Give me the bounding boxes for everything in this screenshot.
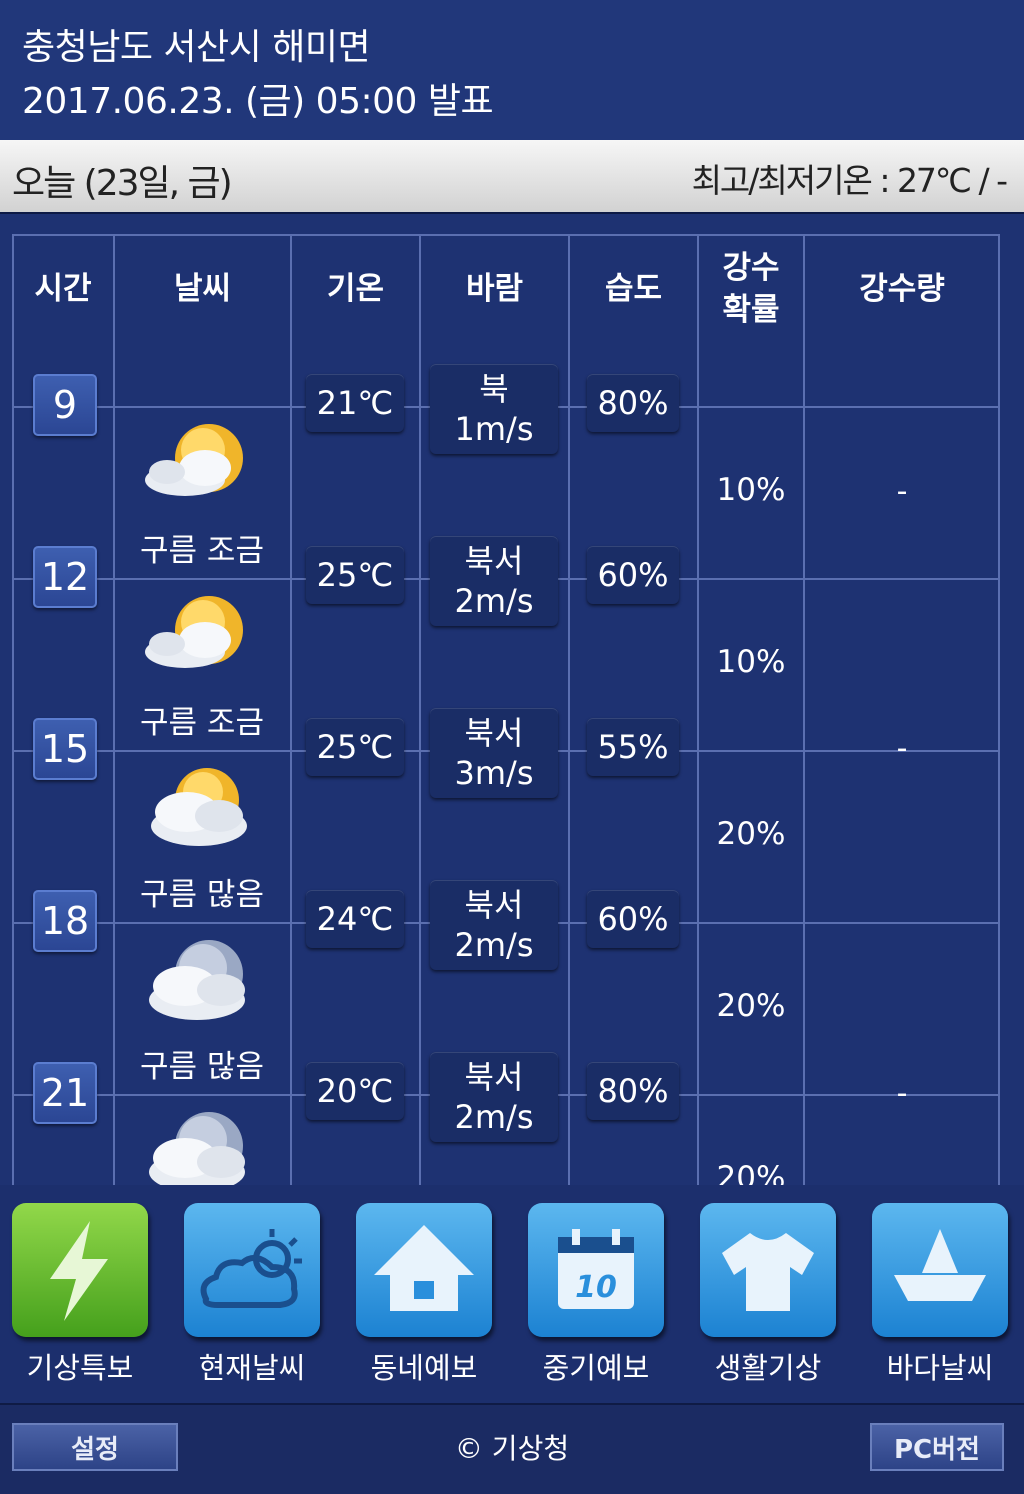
nav-label[interactable]: 동네예보 <box>338 1345 510 1387</box>
marine-weather-button[interactable] <box>872 1203 1008 1337</box>
wind-speed: 1m/s <box>454 410 534 448</box>
wind-speed: 3m/s <box>454 754 534 792</box>
wind-speed: 2m/s <box>454 1098 534 1136</box>
humidity-value: 60% <box>587 546 679 604</box>
wind-direction: 북 <box>479 370 509 408</box>
humidity-value: 55% <box>587 718 679 776</box>
precip-prob-value: 20% <box>716 816 786 852</box>
temp-value: 24℃ <box>306 890 404 948</box>
lightning-icon <box>50 1221 108 1321</box>
hour-badge: 9 <box>33 374 97 436</box>
nav-label[interactable]: 생활기상 <box>682 1345 854 1387</box>
temp-value: 20℃ <box>306 1062 404 1120</box>
wind-speed: 2m/s <box>454 926 534 964</box>
header-time: 시간 <box>34 271 92 307</box>
tshirt-icon <box>722 1233 814 1311</box>
header: 충청남도 서산시 해미면 2017.06.23. (금) 05:00 발표 <box>0 0 1024 140</box>
header-wind: 바람 <box>465 271 524 307</box>
mostly-cloudy-moon-icon <box>149 1112 245 1185</box>
issued-time: 2017.06.23. (금) 05:00 발표 <box>22 81 494 122</box>
precip-amount-value: - <box>896 474 908 509</box>
wind-direction: 북서 <box>464 886 524 924</box>
precip-prob-value: 20% <box>716 988 786 1024</box>
footer: 설정 © 기상청 PC버전 <box>0 1403 1024 1494</box>
precip-prob-value: 20% <box>716 1160 786 1185</box>
partly-cloudy-sun-icon <box>145 596 243 668</box>
precip-amount-value: - <box>896 731 908 766</box>
mostly-cloudy-sun-icon <box>151 768 247 846</box>
wind-value: 북서 2m/s <box>430 880 558 970</box>
weather-warning-button[interactable] <box>12 1203 148 1337</box>
hour-badge: 15 <box>33 718 97 780</box>
humidity-value: 80% <box>587 374 679 432</box>
wind-speed: 2m/s <box>454 582 534 620</box>
header-weather: 날씨 <box>173 271 232 307</box>
hour-badge: 12 <box>33 546 97 608</box>
wind-value: 북서 2m/s <box>430 536 558 626</box>
cloud-sun-icon <box>200 1229 302 1308</box>
temp-value: 25℃ <box>306 546 404 604</box>
wind-value: 북서 2m/s <box>430 1052 558 1142</box>
hour-badge: 18 <box>33 890 97 952</box>
house-icon <box>374 1225 474 1311</box>
temp-range: 최고/최저기온 : 27℃ / - <box>691 161 1008 200</box>
wind-value: 북서 3m/s <box>430 708 558 798</box>
wind-direction: 북서 <box>464 714 524 752</box>
current-weather-button[interactable] <box>184 1203 320 1337</box>
svg-text:10: 10 <box>575 1270 617 1305</box>
weather-label: 구름 조금 <box>140 705 264 741</box>
weather-label: 구름 조금 <box>140 533 264 569</box>
header-precip-amount: 강수량 <box>859 271 945 307</box>
hour-badge: 21 <box>33 1062 97 1124</box>
calendar-icon: 10 <box>558 1229 634 1309</box>
wind-direction: 북서 <box>464 1058 524 1096</box>
bottom-nav: 기상특보 현재날씨 동네예보 10 중기예보 생활기상 바다날씨 <box>0 1185 1024 1403</box>
temp-value: 25℃ <box>306 718 404 776</box>
mostly-cloudy-moon-icon <box>149 940 245 1020</box>
day-label: 오늘 (23일, 금) <box>12 163 233 204</box>
precip-prob-value: 10% <box>716 472 786 508</box>
nav-label[interactable]: 현재날씨 <box>166 1345 338 1387</box>
wind-direction: 북서 <box>464 542 524 580</box>
header-humidity: 습도 <box>604 271 663 307</box>
boat-icon <box>894 1229 986 1301</box>
nav-label[interactable]: 중기예보 <box>510 1345 682 1387</box>
humidity-value: 80% <box>587 1062 679 1120</box>
local-forecast-button[interactable] <box>356 1203 492 1337</box>
humidity-value: 60% <box>587 890 679 948</box>
wind-value: 북 1m/s <box>430 364 558 454</box>
weather-label: 구름 많음 <box>140 1049 264 1085</box>
nav-label[interactable]: 기상특보 <box>0 1345 166 1387</box>
midterm-forecast-button[interactable]: 10 <box>528 1203 664 1337</box>
nav-label[interactable]: 바다날씨 <box>854 1345 1024 1387</box>
life-weather-button[interactable] <box>700 1203 836 1337</box>
header-precip-prob: 강수 확률 <box>722 250 780 328</box>
temp-value: 21℃ <box>306 374 404 432</box>
location-title: 충청남도 서산시 해미면 <box>22 27 371 68</box>
pc-version-button[interactable]: PC버전 <box>870 1423 1004 1471</box>
partly-cloudy-sun-icon <box>145 424 243 496</box>
precip-prob-value: 10% <box>716 644 786 680</box>
forecast-table[interactable]: 시간 날씨 기온 바람 습도 강수 확률 강수량 9 12 15 18 21 2… <box>12 234 1000 1185</box>
day-bar: 오늘 (23일, 금) 최고/최저기온 : 27℃ / - <box>0 140 1024 214</box>
header-temp: 기온 <box>326 271 385 307</box>
weather-label: 구름 많음 <box>140 877 264 913</box>
precip-amount-value: - <box>896 1076 908 1111</box>
